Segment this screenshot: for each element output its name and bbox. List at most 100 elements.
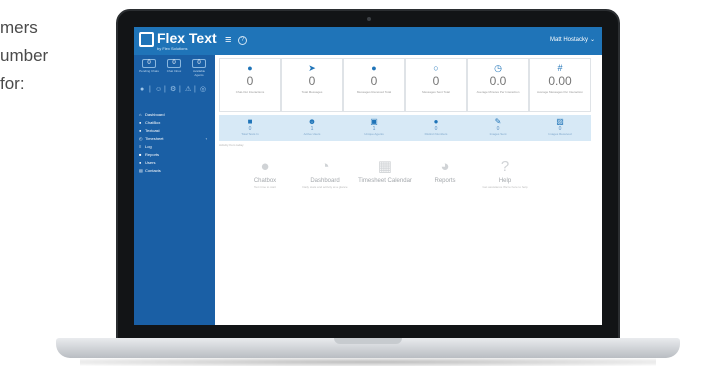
message-icon: ● [371,63,377,73]
chat-bubbles-icon: ● [247,63,253,73]
counter-label: Chat Inbox [166,69,182,73]
sidebar-quick-icons: ● | ☺ | ⚙ | ⚠ | ◎ [140,86,210,96]
quick-link-reports[interactable]: ◕ Reports [415,159,475,185]
mini-stat-active-users: ☻ 1 Active Users [281,115,343,141]
quick-link-dashboard[interactable]: ◔ Dashboard Daily stats and activity at … [295,158,355,190]
dashboard-main: ● 0 Chat-Out Interactions ➤ 0 Total Mess… [215,55,602,325]
question-icon: ? [500,158,510,175]
quick-link-title: Dashboard [310,178,340,184]
paper-plane-icon: ➤ [308,63,316,73]
image-icon: ▨ [556,117,564,126]
message-outline-icon: ○ [433,63,439,73]
user-menu-name[interactable]: Matt Hostacky [550,37,588,43]
nav-label: Contacts [145,168,161,173]
hash-icon: # [557,63,563,73]
counter-value: 0 [167,59,181,68]
flex-text-logo-icon[interactable] [139,32,154,47]
stat-value: 0 [246,74,254,88]
caption-line: for: [0,74,25,93]
chat-icon: ● [433,117,439,126]
mini-stat-images-sent: ✎ 0 Images Sent [467,115,529,141]
laptop-lid: Flex Text by Flex Solutions ≡ ? Matt Hos… [116,9,620,342]
mini-stat-images-received: ▨ 0 Images Received [529,115,591,141]
user-icon[interactable]: ☺ [155,86,162,94]
mini-stat-texts-in: ■ 0 Total Texts In [219,115,281,141]
nav-label: Users [145,160,156,165]
sidebar-item-users[interactable]: ● Users [134,159,215,167]
stat-value: 0 [370,74,378,88]
counter-label: Available Agents [192,69,206,77]
stat-card-total-messages: ➤ 0 Total Messages [281,58,343,112]
quick-link-timesheet-calendar[interactable]: ▦ Timesheet Calendar [355,159,415,185]
quick-link-help[interactable]: ? Help Get assistance We're here to help [475,158,535,190]
pending-chats-counter[interactable]: 0 Pending Chats [138,59,160,73]
laptop-shadow [80,358,656,366]
mini-stats-strip: ■ 0 Total Texts In ☻ 1 Active Users ▣ 1 … [219,115,591,141]
stat-value: 0 [432,74,440,88]
sidebar-item-chatbox[interactable]: ● ChatBox [134,119,215,127]
stat-label: Total Messages [301,90,323,94]
chatbox-icon: ● [260,158,270,175]
sidebar-item-contacts[interactable]: ▤ Contacts [134,167,215,175]
app-logo-subtitle: by Flex Solutions [157,46,188,51]
sidebar-item-reports[interactable]: ■ Reports [134,151,215,159]
nav-label: Timesheet [145,136,164,141]
calendar-icon: ▦ [377,158,393,175]
app-logo-text[interactable]: Flex Text [157,30,217,46]
help-circle-icon[interactable]: ? [238,36,247,45]
user-icon: ☻ [307,117,317,126]
quick-link-subtitle: Daily stats and activity at a glance [302,185,348,189]
stat-card-chat-interactions: ● 0 Chat-Out Interactions [219,58,281,112]
quick-link-subtitle: Text time to start [253,185,276,189]
activity-note: Activity from today [219,143,244,147]
divider: | [164,86,166,93]
divider: | [179,86,181,93]
counter-value: 0 [192,59,206,68]
stat-label: Average Messages Per Interaction [537,90,583,94]
counter-label: Pending Chats [139,69,159,73]
laptop-base [56,338,680,358]
stat-card-avg-messages: # 0.00 Average Messages Per Interaction [529,58,591,112]
nav-label: Textcast [145,128,160,133]
mini-stat-label: Images Received [548,132,572,136]
stat-value: 0 [308,74,316,88]
warning-icon[interactable]: ⚠ [185,86,191,94]
quick-link-title: Timesheet Calendar [358,178,412,184]
paperclip-icon: ✎ [494,117,502,126]
target-icon[interactable]: ◎ [200,86,206,94]
sidebar-item-log[interactable]: ≡ Log [134,143,215,151]
stat-value: 0.00 [548,74,572,88]
sidebar: 0 Pending Chats 0 Chat Inbox 0 Available… [134,55,215,325]
pie-chart-icon: ◕ [440,158,450,175]
stat-card-messages-received: ● 0 Messages Received Total [343,58,405,112]
stat-card-messages-sent: ○ 0 Messages Sent Total [405,58,467,112]
sidebar-item-dashboard[interactable]: ⌂ Dashboard [134,111,215,119]
sidebar-item-textcast[interactable]: ● Textcast [134,127,215,135]
chat-inbox-counter[interactable]: 0 Chat Inbox [163,59,185,73]
quick-link-title: Reports [434,178,456,184]
hamburger-menu-icon[interactable]: ≡ [225,35,231,46]
nav-label: Dashboard [145,112,165,117]
status-icon[interactable]: ● [140,86,144,94]
map-icon: ■ [247,117,253,126]
sidebar-nav: ⌂ Dashboard ● ChatBox ● Textcast ◴ Timesheet… [134,111,215,175]
laptop-notch [334,338,402,344]
quick-link-chatbox[interactable]: ● Chatbox Text time to start [235,158,295,190]
mini-stat-label: Total Texts In [241,132,259,136]
mini-stat-label: Images Sent [489,132,507,136]
quick-link-title: Chatbox [253,178,277,184]
nav-label: Reports [145,152,160,157]
dashboard-gauge-icon: ◔ [320,158,330,175]
available-agents-counter[interactable]: 0 Available Agents [188,59,210,77]
quick-link-title: Help [498,178,512,184]
settings-icon[interactable]: ⚙ [170,86,176,94]
sidebar-counters: 0 Pending Chats 0 Chat Inbox 0 Available… [138,59,211,79]
nav-label: ChatBox [145,120,161,125]
app-header: Flex Text by Flex Solutions ≡ ? Matt Hos… [134,27,602,55]
chevron-down-icon[interactable]: ⌄ [590,36,595,43]
mini-stat-label: Distinct Numbers [424,132,448,136]
counter-value: 0 [142,59,156,68]
sidebar-item-timesheet[interactable]: ◴ Timesheet ‹ [134,135,215,143]
clock-icon: ◷ [494,63,502,73]
stat-card-avg-minutes: ◷ 0.0 Average Minutes Per Interaction [467,58,529,112]
